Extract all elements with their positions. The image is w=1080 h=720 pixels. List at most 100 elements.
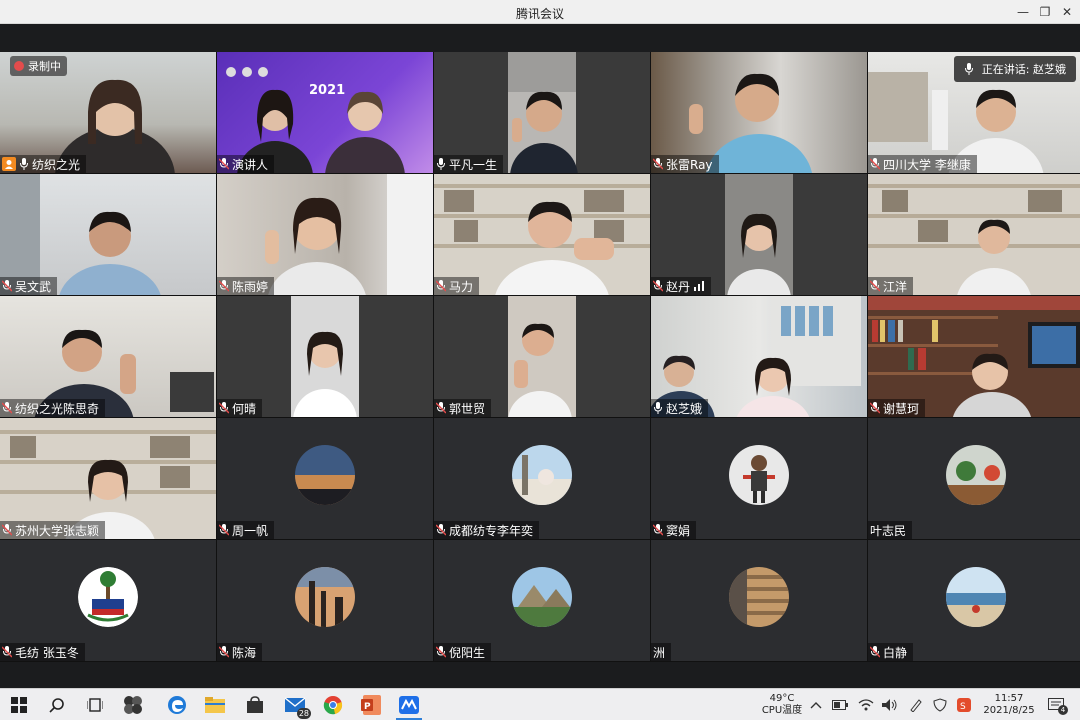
edge-browser[interactable] <box>166 694 188 716</box>
participant-name: 洲 <box>653 645 666 660</box>
antivirus-icon: S <box>957 698 971 712</box>
participant-tile[interactable]: 洲 <box>651 540 867 661</box>
minimize-button[interactable]: — <box>1014 3 1032 21</box>
notification-center[interactable]: 4 <box>1046 697 1068 715</box>
name-bar: 赵丹 <box>651 277 712 295</box>
participant-tile[interactable]: 毛纺 张玉冬 <box>0 540 216 661</box>
battery-status[interactable] <box>832 697 848 713</box>
mic-icon <box>964 63 973 75</box>
name-bar: 谢慧珂 <box>868 399 926 417</box>
participant-tile[interactable]: 陈雨婷 <box>217 174 433 295</box>
participant-tile[interactable]: 周一帆 <box>217 418 433 539</box>
participant-name: 吴文武 <box>15 279 52 294</box>
participant-name: 成都纺专李年奕 <box>449 523 534 538</box>
participant-tile[interactable]: 吴文武 <box>0 174 216 295</box>
mic-muted-icon <box>870 646 880 658</box>
participant-tile[interactable]: 叶志民 <box>868 418 1080 539</box>
participant-tile[interactable]: 赵丹 <box>651 174 867 295</box>
host-icon <box>2 157 16 171</box>
participant-tile[interactable]: 纺织之光陈思奇 <box>0 296 216 417</box>
search-button[interactable] <box>46 694 68 716</box>
pen-menu[interactable] <box>908 697 924 713</box>
mic-muted-icon <box>219 524 229 536</box>
edge-icon <box>168 696 186 714</box>
participant-tile[interactable]: 苏州大学张志颖 <box>0 418 216 539</box>
tencent-meeting-app[interactable] <box>398 694 420 716</box>
mic-muted-icon <box>653 280 663 292</box>
battery-icon <box>832 700 848 710</box>
chevron-up-icon <box>810 702 822 709</box>
mic-muted-icon <box>870 402 880 414</box>
powerpoint-app[interactable]: P <box>360 694 382 716</box>
mic-muted-icon <box>219 646 229 658</box>
participant-tile[interactable]: 何晴 <box>217 296 433 417</box>
participant-name: 纺织之光 <box>32 157 81 172</box>
sunset-avatar <box>295 444 355 505</box>
participant-tile[interactable]: 谢慧珂 <box>868 296 1080 417</box>
participant-name: 窦娟 <box>666 523 691 538</box>
wifi-icon <box>858 699 874 711</box>
start-button[interactable] <box>8 694 30 716</box>
task-view-button[interactable] <box>84 694 106 716</box>
participant-tile[interactable]: 2021 演讲人 <box>217 52 433 173</box>
plant-avatar <box>946 444 1006 505</box>
name-bar: 江洋 <box>868 277 914 295</box>
mic-muted-icon <box>219 280 229 292</box>
participant-tile[interactable]: 陈海 <box>217 540 433 661</box>
participant-tile[interactable]: 窦娟 <box>651 418 867 539</box>
participant-name: 周一帆 <box>232 523 269 538</box>
wifi-status[interactable] <box>858 697 874 713</box>
participant-tile[interactable]: 江洋 <box>868 174 1080 295</box>
cpu-temperature[interactable]: 49°C CPU温度 <box>756 693 808 717</box>
participant-tile[interactable]: 录制中 纺织之光 <box>0 52 216 173</box>
volume-control[interactable] <box>882 697 898 713</box>
search-icon <box>49 698 64 713</box>
antivirus-tray[interactable]: S <box>956 697 972 713</box>
mic-muted-icon <box>219 158 229 170</box>
name-bar: 张雷Ray <box>651 155 719 173</box>
participant-tile[interactable]: 郭世贸 <box>434 296 650 417</box>
participant-tile[interactable]: 正在讲话: 赵芝娥 四川大学 李继康 <box>868 52 1080 173</box>
participant-tile[interactable]: 马力 <box>434 174 650 295</box>
powerpoint-icon: P <box>361 695 381 715</box>
file-explorer[interactable] <box>204 694 226 716</box>
participant-tile[interactable]: 倪阳生 <box>434 540 650 661</box>
mic-muted-icon <box>2 280 12 292</box>
mic-muted-icon <box>219 402 229 414</box>
participant-name: 何晴 <box>232 401 257 416</box>
name-bar: 成都纺专李年奕 <box>434 521 540 539</box>
participant-tile[interactable]: 赵芝娥 <box>651 296 867 417</box>
maximize-button[interactable]: ❐ <box>1036 3 1054 21</box>
beach-avatar <box>946 566 1006 627</box>
participant-tile[interactable]: 白静 <box>868 540 1080 661</box>
chrome-browser[interactable] <box>322 694 344 716</box>
participant-name: 纺织之光陈思奇 <box>15 401 100 416</box>
name-bar: 何晴 <box>217 399 263 417</box>
mic-muted-icon <box>436 646 446 658</box>
clock[interactable]: 11:57 2021/8/25 <box>980 693 1038 717</box>
name-bar: 白静 <box>868 643 914 661</box>
task-view-icon <box>87 698 103 712</box>
name-bar: 吴文武 <box>0 277 58 295</box>
mic-muted-icon <box>2 402 12 414</box>
mail-app[interactable]: 28 <box>284 694 311 719</box>
mic-icon <box>437 158 445 170</box>
store-app[interactable] <box>244 694 266 716</box>
close-button[interactable]: ✕ <box>1058 3 1076 21</box>
svg-text:S: S <box>960 702 966 712</box>
participant-name: 陈雨婷 <box>232 279 269 294</box>
security-tray[interactable] <box>932 697 948 713</box>
mail-badge: 28 <box>296 708 311 719</box>
participant-tile[interactable]: 平凡一生 <box>434 52 650 173</box>
participant-name: 白静 <box>883 645 908 660</box>
mic-muted-icon <box>653 524 663 536</box>
participant-tile[interactable]: 成都纺专李年奕 <box>434 418 650 539</box>
name-bar: 四川大学 李继康 <box>868 155 977 173</box>
app-pinwheel[interactable] <box>122 694 144 716</box>
meeting-area: 录制中 纺织之光 2021 演讲人 平凡一生 张雷Ray 正在讲话: 赵芝娥 四… <box>0 24 1080 688</box>
show-hidden-icons[interactable] <box>808 697 824 713</box>
recording-indicator[interactable]: 录制中 <box>10 56 67 76</box>
name-bar: 毛纺 张玉冬 <box>0 643 85 661</box>
participant-tile[interactable]: 张雷Ray <box>651 52 867 173</box>
mic-muted-icon <box>436 280 446 292</box>
